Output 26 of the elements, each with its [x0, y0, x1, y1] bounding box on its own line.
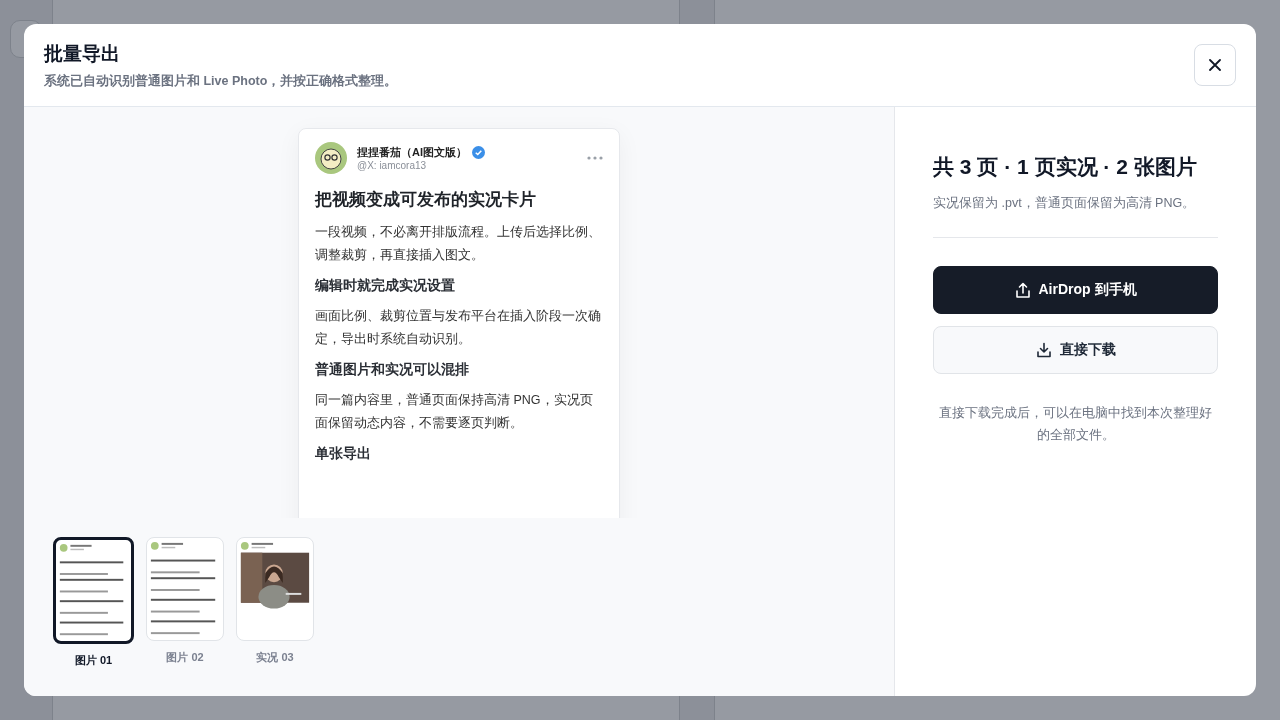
- paragraph: 画面比例、裁剪位置与发布平台在插入阶段一次确定，导出时系统自动识别。: [315, 308, 602, 348]
- section-heading: 普通图片和实况可以混排: [315, 361, 470, 379]
- thumbnail-label: 图片 01: [74, 653, 113, 668]
- section-heading: 编辑时就完成实况设置: [315, 277, 456, 295]
- thumbnail-label: 图片 02: [166, 650, 204, 665]
- section-heading: 单张导出: [315, 445, 372, 463]
- airdrop-button[interactable]: AirDrop 到手机: [933, 266, 1218, 314]
- close-button[interactable]: [1194, 44, 1236, 86]
- dialog-subtitle: 系统已自动识别普通图片和 Live Photo，并按正确格式整理。: [44, 73, 398, 90]
- share-icon: [1014, 281, 1031, 299]
- download-button[interactable]: 直接下载: [933, 326, 1218, 374]
- dialog-title: 批量导出: [44, 42, 121, 66]
- summary-title: 共 3 页 · 1 页实况 · 2 张图片: [933, 154, 1198, 180]
- download-icon: [1035, 342, 1052, 358]
- avatar-icon: [315, 142, 347, 174]
- summary-note: 实况保留为 .pvt，普通页面保留为高清 PNG。: [933, 195, 1197, 212]
- thumbnail-label: 实况 03: [256, 650, 294, 665]
- author-name: 捏捏番茄（AI图文版）: [357, 145, 467, 160]
- paragraph: 一段视频，不必离开排版流程。上传后选择比例、调整裁剪，再直接插入图文。: [315, 224, 602, 264]
- post-title: 把视频变成可发布的实况卡片: [315, 189, 537, 211]
- footnote: 直接下载完成后，可以在电脑中找到本次整理好的全部文件。: [938, 405, 1213, 444]
- close-icon: [1209, 59, 1221, 71]
- page-thumbnail[interactable]: [53, 537, 134, 644]
- paragraph: 同一篇内容里，普通页面保持高清 PNG，实况页面保留动态内容，不需要逐页判断。: [315, 392, 594, 432]
- author-handle: @X: iamcora13: [357, 160, 428, 171]
- more-icon[interactable]: [587, 156, 603, 160]
